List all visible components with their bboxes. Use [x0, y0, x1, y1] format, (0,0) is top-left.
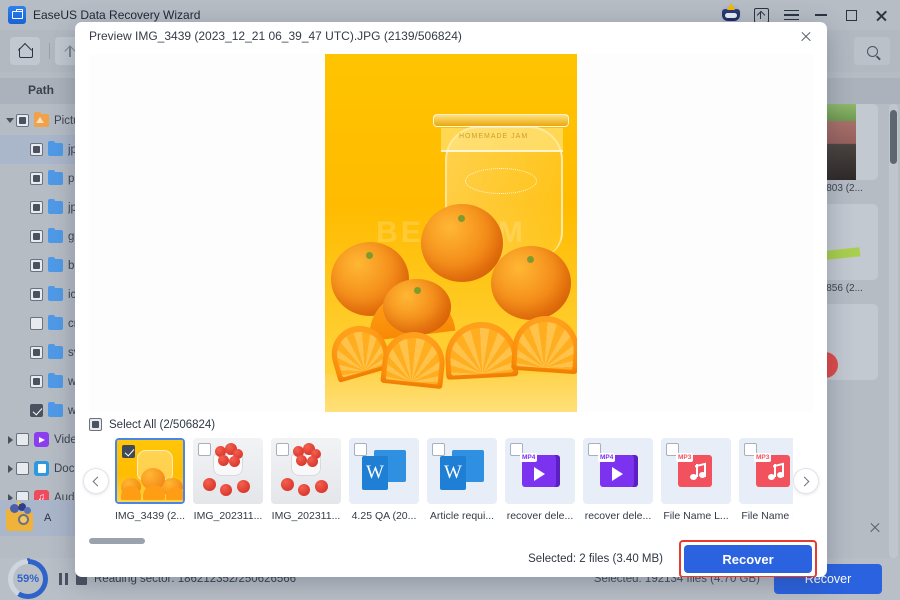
thumbnail-image[interactable]: MP4 [583, 438, 653, 504]
column-header-path: Path [28, 83, 55, 97]
background-close-icon[interactable] [864, 516, 886, 538]
recover-highlight-box: Recover [679, 540, 817, 577]
scan-progress-percent: 59% [16, 573, 40, 585]
preview-photo: HOMEMADE JAM BEEBOM [325, 54, 577, 412]
thumbnail-image[interactable]: MP4 [505, 438, 575, 504]
vertical-scrollbar[interactable] [889, 104, 898, 558]
thumbnail-item[interactable]: IMG_202311... [271, 438, 341, 522]
folder-icon [48, 343, 63, 359]
thumbnail-item[interactable]: MP4 recover dele... [583, 438, 653, 522]
preview-image-area: HOMEMADE JAM BEEBOM [89, 54, 813, 412]
folder-icon [48, 285, 63, 301]
deep-scan-label: A [44, 512, 52, 524]
checkbox-jpeg[interactable] [30, 201, 43, 214]
chevron-right-icon[interactable] [4, 464, 16, 473]
checkbox-png[interactable] [30, 172, 43, 185]
thumbnail-item[interactable]: MP3 File Name L... [739, 438, 793, 522]
thumbnail-label: IMG_202311... [193, 510, 263, 522]
thumbnail-checkbox[interactable] [276, 443, 289, 456]
thumbnail-label: Article requi... [429, 510, 495, 522]
thumbnail-label: File Name L... [663, 510, 729, 522]
chevron-right-icon[interactable] [793, 468, 819, 494]
thumbnail-label: IMG_202311... [271, 510, 341, 522]
thumbnail-image[interactable] [115, 438, 185, 504]
preview-dialog: Preview IMG_3439 (2023_12_21 06_39_47 UT… [75, 22, 827, 577]
thumbnail-image[interactable] [193, 438, 263, 504]
select-all-checkbox[interactable] [89, 418, 102, 431]
thumbnail-label: recover dele... [506, 510, 574, 522]
thumbnail-label: File Name L... [741, 510, 793, 522]
checkbox-gif[interactable] [30, 230, 43, 243]
video-category-icon [34, 432, 49, 447]
folder-icon [48, 256, 63, 272]
folder-icon [48, 227, 63, 243]
checkbox-video[interactable] [16, 433, 29, 446]
recover-button[interactable]: Recover [684, 545, 812, 573]
checkbox-jpg[interactable] [30, 143, 43, 156]
maximize-icon[interactable] [836, 1, 866, 29]
home-icon[interactable] [10, 37, 40, 65]
select-all-label: Select All (2/506824) [109, 418, 216, 431]
thumbnail-label: recover dele... [584, 510, 652, 522]
thumbnail-image[interactable]: W [349, 438, 419, 504]
pause-icon[interactable] [58, 573, 69, 585]
thumbnail-image[interactable] [271, 438, 341, 504]
thumbnail-image[interactable]: W [427, 438, 497, 504]
folder-icon [48, 169, 63, 185]
thumbnail-checkbox[interactable] [432, 443, 445, 456]
thumbnail-item[interactable]: IMG_3439 (2... [115, 438, 185, 522]
folder-icon [48, 314, 63, 330]
thumbnail-list: IMG_3439 (2... IMG_202311... IMG_202311...… [109, 438, 793, 522]
scan-progress-ring: 59% [8, 558, 48, 599]
app-logo-icon [8, 6, 26, 24]
checkbox-cr2[interactable] [30, 317, 43, 330]
thumbnail-checkbox[interactable] [122, 445, 135, 458]
application-window: EaseUS Data Recovery Wizard Path BEEBOM … [0, 0, 900, 600]
checkbox-webp[interactable] [30, 375, 43, 388]
folder-icon [48, 401, 63, 417]
toolbar-divider [49, 43, 50, 59]
thumbnail-label: 4.25 QA (20... [351, 510, 417, 522]
thumbnail-item[interactable]: MP3 File Name L... [661, 438, 731, 522]
search-icon[interactable] [854, 37, 890, 65]
folder-icon [48, 140, 63, 156]
thumbnail-item[interactable]: W 4.25 QA (20... [349, 438, 419, 522]
thumbnail-strip: IMG_3439 (2... IMG_202311... IMG_202311...… [83, 438, 819, 538]
thumbnail-image[interactable]: MP3 [739, 438, 793, 504]
checkbox-ico[interactable] [30, 288, 43, 301]
close-icon[interactable] [866, 1, 896, 29]
chevron-left-icon[interactable] [83, 468, 109, 494]
thumbnail-item[interactable]: MP4 recover dele... [505, 438, 575, 522]
pictures-folder-icon [34, 111, 49, 127]
dialog-title: Preview IMG_3439 (2023_12_21 06_39_47 UT… [89, 29, 462, 43]
thumbnail-image[interactable]: MP3 [661, 438, 731, 504]
chevron-down-icon[interactable] [4, 118, 16, 123]
document-category-icon [34, 461, 49, 476]
app-title: EaseUS Data Recovery Wizard [33, 8, 201, 22]
chevron-right-icon[interactable] [4, 435, 16, 444]
thumbnail-item[interactable]: IMG_202311... [193, 438, 263, 522]
checkbox-svg[interactable] [30, 346, 43, 359]
checkbox-wmf[interactable] [30, 404, 43, 417]
thumbnail-item[interactable]: W Article requi... [427, 438, 497, 522]
dialog-footer: Selected: 2 files (3.40 MB) Recover [75, 540, 827, 577]
thumbnail-checkbox[interactable] [354, 443, 367, 456]
dialog-selected-info: Selected: 2 files (3.40 MB) [528, 553, 663, 565]
dialog-header: Preview IMG_3439 (2023_12_21 06_39_47 UT… [75, 22, 827, 50]
checkbox-bmp[interactable] [30, 259, 43, 272]
select-all-row[interactable]: Select All (2/506824) [89, 418, 215, 431]
checkbox-pictures[interactable] [16, 114, 29, 127]
thumbnail-checkbox[interactable] [198, 443, 211, 456]
deep-scan-icon [6, 500, 40, 532]
dialog-close-icon[interactable] [793, 24, 819, 48]
thumbnail-label: IMG_3439 (2... [115, 510, 185, 522]
folder-icon [48, 372, 63, 388]
folder-icon [48, 198, 63, 214]
checkbox-documents[interactable] [16, 462, 29, 475]
